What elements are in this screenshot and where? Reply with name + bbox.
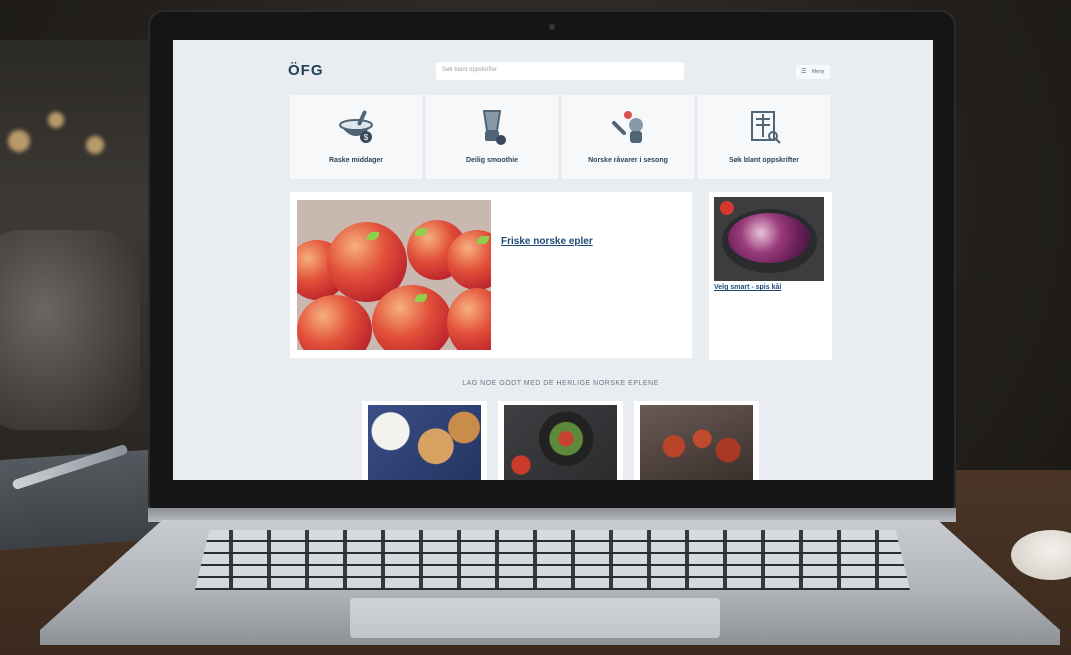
tile-label: Deilig smoothie	[465, 157, 519, 164]
background-light	[8, 130, 30, 152]
section-heading: LAG NOE GODT MED DE HERLIGE NORSKE EPLEN…	[462, 380, 659, 387]
website: ÖFG Søk blant oppskrifter ☰ Meny $ Raske…	[173, 40, 933, 480]
recipe-card[interactable]	[634, 401, 759, 480]
feature-title[interactable]: Friske norske epler	[501, 236, 593, 247]
category-tiles: $ Raske middager Deilig smoothie Norske …	[290, 95, 831, 179]
site-logo[interactable]: ÖFG	[288, 62, 324, 79]
apples-photo	[297, 200, 491, 350]
background-light	[86, 136, 104, 154]
tile-label: Raske middager	[328, 157, 384, 164]
menu-button[interactable]: ☰ Meny	[796, 65, 830, 79]
salad-bowl-photo	[504, 405, 617, 480]
cabbage-salad-photo	[714, 197, 824, 281]
trackpad	[350, 598, 720, 638]
tile-label: Søk blant oppskrifter	[728, 157, 799, 164]
apple-pastry-photo	[368, 405, 481, 480]
blender-icon	[482, 110, 506, 145]
webcam	[549, 24, 555, 30]
mortar-bowl-icon: $	[339, 110, 373, 143]
tile-norske-ravarer[interactable]: Norske råvarer i sesong	[562, 95, 694, 179]
svg-text:$: $	[364, 133, 369, 142]
recipe-search-icon	[751, 111, 781, 144]
keyboard-rows	[195, 530, 910, 590]
tile-deilig-smoothie[interactable]: Deilig smoothie	[426, 95, 558, 179]
feature-card[interactable]: Friske norske epler	[290, 192, 692, 358]
background-chair	[0, 230, 140, 430]
side-card-title[interactable]: Velg smart - spis kål	[714, 284, 781, 291]
page-column: ÖFG Søk blant oppskrifter ☰ Meny $ Raske…	[288, 40, 833, 480]
side-article-card[interactable]: Velg smart - spis kål	[709, 192, 832, 360]
tile-label: Norske råvarer i sesong	[588, 157, 668, 164]
background-light	[48, 112, 64, 128]
search-placeholder: Søk blant oppskrifter	[442, 67, 498, 73]
meatballs-photo	[640, 405, 753, 480]
menu-label: Meny	[812, 69, 825, 75]
recipe-card[interactable]	[498, 401, 623, 480]
vegetables-icon	[612, 111, 643, 143]
laptop-hinge	[148, 508, 956, 522]
laptop-screen: ÖFG Søk blant oppskrifter ☰ Meny $ Raske…	[173, 40, 933, 480]
hamburger-icon: ☰	[801, 69, 807, 75]
tile-sok-oppskrifter[interactable]: Søk blant oppskrifter	[698, 95, 830, 179]
recipe-card[interactable]	[362, 401, 487, 480]
tile-raske-middager[interactable]: $ Raske middager	[290, 95, 422, 179]
search-input[interactable]: Søk blant oppskrifter	[436, 62, 684, 80]
site-header: ÖFG Søk blant oppskrifter ☰ Meny	[288, 62, 833, 86]
